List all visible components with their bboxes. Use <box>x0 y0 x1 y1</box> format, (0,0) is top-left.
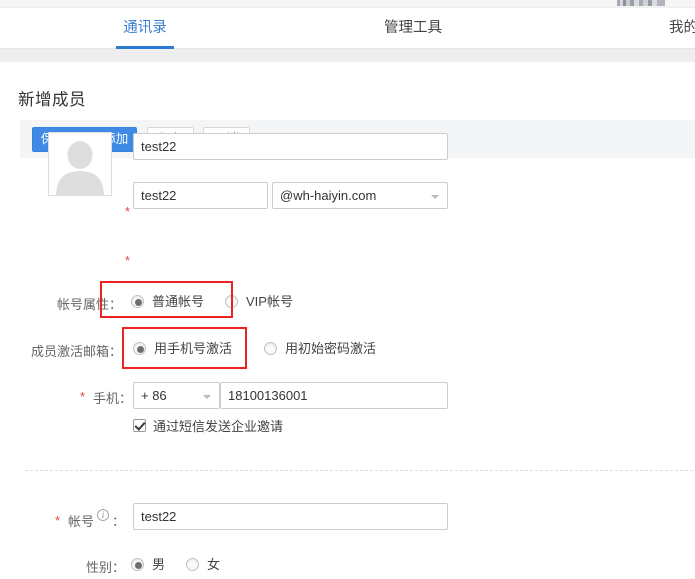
account-type-label: 帐号属性： <box>57 294 122 313</box>
radio-vip-account-dot <box>225 295 238 308</box>
browser-chrome-strip <box>0 0 695 8</box>
phone-label: 手机： <box>93 388 132 407</box>
radio-gender-female-dot <box>186 558 199 571</box>
radio-gender-female-label: 女 <box>207 556 220 574</box>
tab-admin-tools-label: 管理工具 <box>384 20 442 36</box>
radio-gender-male-label: 男 <box>152 556 165 574</box>
account-input[interactable]: test22 <box>133 503 448 530</box>
sms-invite-checkbox-box <box>133 419 146 432</box>
info-icon[interactable]: i <box>97 509 109 521</box>
tab-my-enterprise[interactable]: 我的企 <box>669 8 695 49</box>
phone-country-code-value: + 86 <box>141 388 167 403</box>
section-divider <box>25 470 693 471</box>
page-separator-band <box>0 49 695 62</box>
activation-label: 成员激活邮箱： <box>31 341 122 360</box>
phone-number-input[interactable]: 18100136001 <box>220 382 448 409</box>
radio-normal-account-dot <box>131 295 144 308</box>
phone-country-code-select[interactable]: + 86 <box>133 382 220 409</box>
account-label: 帐号 <box>68 511 94 530</box>
account-required-mark: * <box>55 514 60 527</box>
phone-required-mark: * <box>80 390 85 403</box>
chevron-down-icon <box>203 395 211 399</box>
radio-activate-by-phone-dot <box>133 342 146 355</box>
name-input[interactable]: test22 <box>133 133 448 160</box>
avatar[interactable] <box>48 132 112 196</box>
browser-toolbar-fragment <box>617 0 665 6</box>
user-placeholder-icon <box>49 133 111 195</box>
tab-contacts[interactable]: 通讯录 <box>116 8 174 49</box>
name-required-mark: * <box>125 205 130 218</box>
radio-activate-by-phone-label: 用手机号激活 <box>154 340 232 358</box>
tab-contacts-label: 通讯录 <box>123 20 167 36</box>
page-title: 新增成员 <box>18 86 86 110</box>
radio-activate-by-password-label: 用初始密码激活 <box>285 340 376 358</box>
radio-vip-account-label: VIP帐号 <box>246 293 293 311</box>
radio-gender-male-dot <box>131 558 144 571</box>
tab-my-enterprise-label: 我的企 <box>669 20 695 36</box>
main-navigation-tabs: 通讯录 管理工具 我的企 <box>0 8 695 49</box>
email-domain-select[interactable]: @wh-haiyin.com <box>272 182 448 209</box>
chevron-down-icon <box>431 195 439 199</box>
gender-label: 性别： <box>86 557 125 576</box>
email-prefix-input[interactable]: test22 <box>133 182 268 209</box>
email-domain-value: @wh-haiyin.com <box>280 188 376 203</box>
radio-activate-by-password-dot <box>264 342 277 355</box>
tab-admin-tools[interactable]: 管理工具 <box>382 8 444 49</box>
sms-invite-checkbox-label: 通过短信发送企业邀请 <box>153 418 283 436</box>
radio-normal-account-label: 普通帐号 <box>152 293 204 311</box>
email-required-mark: * <box>125 254 130 267</box>
account-label-colon: ： <box>112 511 125 530</box>
